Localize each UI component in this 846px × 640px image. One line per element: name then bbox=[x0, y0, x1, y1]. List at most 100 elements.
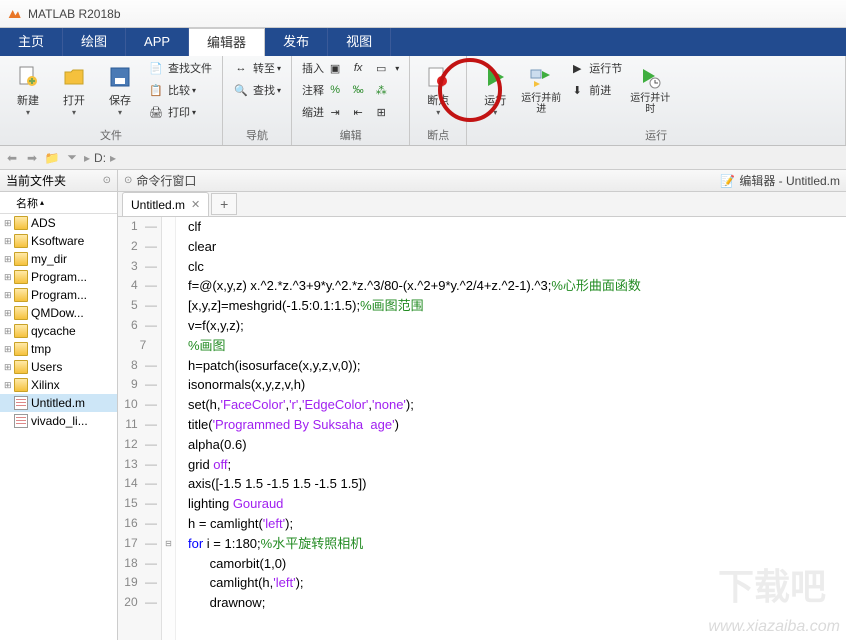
new-button[interactable]: 新建▾ bbox=[6, 58, 50, 120]
ribbon-group-breakpoint: 断点▾ 断点 bbox=[410, 56, 467, 145]
ribbon-group-file: 新建▾ 打开▾ 保存▾ 📄查找文件 📋比较▾ 🖨打印▾ 文件 bbox=[0, 56, 223, 145]
file-item[interactable]: ⊞Program... bbox=[0, 268, 117, 286]
file-tree: ⊞ADS⊞Ksoftware⊞my_dir⊞Program...⊞Program… bbox=[0, 214, 117, 640]
uncomment-icon: ‰ bbox=[350, 82, 366, 98]
path-sep: ▸ bbox=[84, 151, 90, 165]
indent-right-icon: ⇥ bbox=[327, 104, 343, 120]
back-icon[interactable]: ⬅ bbox=[4, 150, 20, 166]
path-sep2: ▸ bbox=[110, 151, 116, 165]
editor-tabs: Untitled.m ✕ + bbox=[118, 192, 846, 217]
command-window-title: 命令行窗口 bbox=[136, 172, 196, 189]
editor-area: ⊙ 命令行窗口 📝 编辑器 - Untitled.m Untitled.m ✕ … bbox=[118, 170, 846, 640]
name-column-header[interactable]: 名称 ▴ bbox=[0, 192, 117, 214]
group-label-run: 运行 bbox=[473, 125, 839, 145]
main-tabs: 主页绘图APP编辑器发布视图 bbox=[0, 28, 846, 56]
insert-button[interactable]: 插入 ▣ fx ▭▾ bbox=[298, 58, 403, 78]
goto-button[interactable]: ↔转至▾ bbox=[229, 58, 285, 78]
file-item[interactable]: Untitled.m bbox=[0, 394, 117, 412]
breakpoint-icon bbox=[427, 66, 449, 88]
tab-发布[interactable]: 发布 bbox=[265, 28, 328, 56]
tab-主页[interactable]: 主页 bbox=[0, 28, 63, 56]
file-item[interactable]: ⊞Program... bbox=[0, 286, 117, 304]
group-label-nav: 导航 bbox=[229, 125, 285, 145]
run-button[interactable]: 运行▾ bbox=[473, 58, 517, 120]
print-icon: 🖨 bbox=[148, 104, 164, 120]
app-title: MATLAB R2018b bbox=[28, 7, 121, 21]
open-button[interactable]: 打开▾ bbox=[52, 58, 96, 120]
print-button[interactable]: 🖨打印▾ bbox=[144, 102, 216, 122]
fx-icon: fx bbox=[350, 60, 366, 76]
panel-dropdown-icon[interactable]: ⊙ bbox=[124, 175, 132, 186]
line-number-gutter: 1 —2 —3 —4 —5 —6 —7 8 —9 —10 —11 —12 —13… bbox=[118, 217, 162, 640]
add-tab-button[interactable]: + bbox=[211, 193, 237, 215]
code-area[interactable]: clfclearclcf=@(x,y,z) x.^2.*z.^3+9*y.^2.… bbox=[176, 217, 846, 640]
save-button[interactable]: 保存▾ bbox=[98, 58, 142, 120]
forward-icon[interactable]: ➡ bbox=[24, 150, 40, 166]
ribbon-group-nav: ↔转至▾ 🔍查找▾ 导航 bbox=[223, 56, 292, 145]
find-button[interactable]: 🔍查找▾ bbox=[229, 80, 285, 100]
run-and-time-button[interactable]: 运行并计时 bbox=[628, 58, 672, 120]
ribbon-group-edit: 插入 ▣ fx ▭▾ 注释 % ‰ ⁂ 缩进 ⇥ ⇤ ⊞ 编辑 bbox=[292, 56, 410, 145]
up-folder-icon[interactable]: 📁 bbox=[44, 150, 60, 166]
group-label-bp: 断点 bbox=[416, 125, 460, 145]
insert-item-icon: ▭ bbox=[373, 60, 389, 76]
tab-编辑器[interactable]: 编辑器 bbox=[189, 28, 265, 56]
file-item[interactable]: ⊞qycache bbox=[0, 322, 117, 340]
compare-icon: 📋 bbox=[148, 82, 164, 98]
file-item[interactable]: vivado_li... bbox=[0, 412, 117, 430]
ribbon: 新建▾ 打开▾ 保存▾ 📄查找文件 📋比较▾ 🖨打印▾ 文件 ↔转至▾ 🔍查找▾ bbox=[0, 56, 846, 146]
file-item[interactable]: ⊞Xilinx bbox=[0, 376, 117, 394]
save-icon bbox=[109, 66, 131, 88]
run-section-icon: ▶ bbox=[569, 60, 585, 76]
editor-tab[interactable]: Untitled.m ✕ bbox=[122, 192, 209, 216]
comment-icon: % bbox=[327, 82, 343, 98]
file-item[interactable]: ⊞QMDow... bbox=[0, 304, 117, 322]
current-folder-header: 当前文件夹 ⊙ bbox=[0, 170, 117, 192]
fold-gutter: ⊟ bbox=[162, 217, 176, 640]
file-item[interactable]: ⊞Users bbox=[0, 358, 117, 376]
close-tab-icon[interactable]: ✕ bbox=[191, 198, 200, 211]
run-and-advance-button[interactable]: 运行并前进 bbox=[519, 58, 563, 120]
new-file-icon bbox=[17, 66, 39, 88]
smart-indent-icon: ⊞ bbox=[373, 104, 389, 120]
history-icon[interactable]: ⏷ bbox=[64, 150, 80, 166]
indent-left-icon: ⇤ bbox=[350, 104, 366, 120]
group-label-file: 文件 bbox=[6, 125, 216, 145]
file-item[interactable]: ⊞tmp bbox=[0, 340, 117, 358]
run-advance-icon bbox=[530, 67, 552, 89]
address-bar: ⬅ ➡ 📁 ⏷ ▸ D: ▸ bbox=[0, 146, 846, 170]
advance-button[interactable]: ⬇前进 bbox=[565, 80, 626, 100]
find-files-icon: 📄 bbox=[148, 60, 164, 76]
tab-视图[interactable]: 视图 bbox=[328, 28, 391, 56]
indent-button[interactable]: 缩进 ⇥ ⇤ ⊞ bbox=[298, 102, 403, 122]
run-icon bbox=[484, 66, 506, 88]
command-window-header: ⊙ 命令行窗口 📝 编辑器 - Untitled.m bbox=[118, 170, 846, 192]
goto-icon: ↔ bbox=[233, 60, 249, 76]
editor-tab-label: Untitled.m bbox=[131, 198, 185, 212]
ribbon-group-run: 运行▾ 运行并前进 ▶运行节 ⬇前进 运行并计时 运行 bbox=[467, 56, 846, 145]
panel-dropdown-icon[interactable]: ⊙ bbox=[103, 175, 111, 186]
breakpoints-button[interactable]: 断点▾ bbox=[416, 58, 460, 120]
path-segment[interactable]: D: bbox=[94, 151, 106, 165]
find-icon: 🔍 bbox=[233, 82, 249, 98]
titlebar: MATLAB R2018b bbox=[0, 0, 846, 28]
run-time-icon bbox=[639, 67, 661, 89]
current-folder-panel: 当前文件夹 ⊙ 名称 ▴ ⊞ADS⊞Ksoftware⊞my_dir⊞Progr… bbox=[0, 170, 118, 640]
run-section-button[interactable]: ▶运行节 bbox=[565, 58, 626, 78]
group-label-edit: 编辑 bbox=[298, 125, 403, 145]
advance-icon: ⬇ bbox=[569, 82, 585, 98]
file-item[interactable]: ⊞my_dir bbox=[0, 250, 117, 268]
code-editor[interactable]: 1 —2 —3 —4 —5 —6 —7 8 —9 —10 —11 —12 —13… bbox=[118, 217, 846, 640]
find-files-button[interactable]: 📄查找文件 bbox=[144, 58, 216, 78]
matlab-logo-icon bbox=[6, 6, 22, 22]
compare-button[interactable]: 📋比较▾ bbox=[144, 80, 216, 100]
comment-button[interactable]: 注释 % ‰ ⁂ bbox=[298, 80, 403, 100]
file-item[interactable]: ⊞Ksoftware bbox=[0, 232, 117, 250]
tab-绘图[interactable]: 绘图 bbox=[63, 28, 126, 56]
editor-doc-title: 编辑器 - Untitled.m bbox=[739, 172, 840, 189]
open-folder-icon bbox=[63, 66, 85, 88]
tab-APP[interactable]: APP bbox=[126, 28, 189, 56]
file-item[interactable]: ⊞ADS bbox=[0, 214, 117, 232]
wrap-comment-icon: ⁂ bbox=[373, 82, 389, 98]
editor-doc-icon: 📝 bbox=[720, 174, 735, 188]
